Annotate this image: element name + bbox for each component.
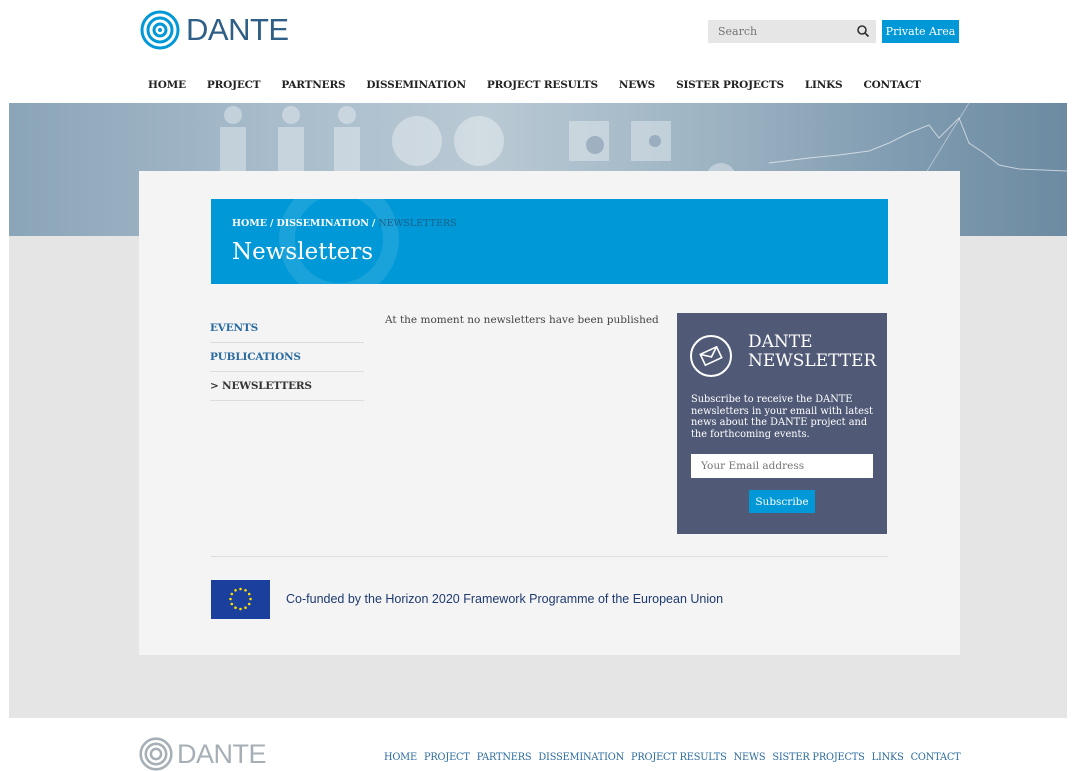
nav-links[interactable]: LINKS	[805, 79, 843, 91]
newsletter-title-line1: DANTE	[748, 332, 813, 352]
email-field[interactable]	[691, 454, 873, 478]
footer-nav: HOME PROJECT PARTNERS DISSEMINATION PROJ…	[384, 752, 967, 763]
nav-project[interactable]: PROJECT	[207, 79, 261, 91]
newsletter-signup-box: DANTE NEWSLETTER Subscribe to receive th…	[677, 313, 887, 534]
side-menu: EVENTS PUBLICATIONS > NEWSLETTERS	[210, 314, 364, 401]
footer-nav-home[interactable]: HOME	[384, 752, 417, 763]
nav-news[interactable]: NEWS	[619, 79, 655, 91]
breadcrumb: HOME / DISSEMINATION / NEWSLETTERS	[232, 218, 457, 229]
main-nav: HOME PROJECT PARTNERS DISSEMINATION PROJ…	[148, 79, 942, 91]
nav-partners[interactable]: PARTNERS	[281, 79, 345, 91]
breadcrumb-home[interactable]: HOME	[232, 218, 267, 229]
dante-logo-icon	[140, 10, 180, 50]
newsletter-title-line2: NEWSLETTER	[748, 351, 877, 371]
nav-home[interactable]: HOME	[148, 79, 186, 91]
footer-nav-project[interactable]: PROJECT	[424, 752, 470, 763]
logo-text: DANTE	[186, 12, 289, 47]
page-title: Newsletters	[232, 239, 374, 265]
search-input[interactable]	[708, 20, 868, 43]
dante-logo[interactable]: DANTE	[140, 10, 289, 50]
footer-nav-contact[interactable]: CONTACT	[911, 752, 961, 763]
no-newsletters-message: At the moment no newsletters have been p…	[385, 314, 659, 326]
breadcrumb-dissemination[interactable]: DISSEMINATION	[277, 218, 369, 229]
breadcrumb-current: NEWSLETTERS	[378, 218, 457, 229]
eu-flag-icon	[211, 580, 270, 619]
nav-contact[interactable]: CONTACT	[863, 79, 920, 91]
footer-nav-news[interactable]: NEWS	[734, 752, 766, 763]
footer-nav-sister-projects[interactable]: SISTER PROJECTS	[772, 752, 864, 763]
footer-nav-partners[interactable]: PARTNERS	[477, 752, 532, 763]
nav-project-results[interactable]: PROJECT RESULTS	[487, 79, 598, 91]
search-box	[708, 20, 876, 43]
nav-dissemination[interactable]: DISSEMINATION	[366, 79, 466, 91]
search-icon[interactable]	[856, 24, 870, 38]
page-header: HOME / DISSEMINATION / NEWSLETTERS Newsl…	[211, 199, 888, 284]
envelope-icon	[690, 335, 732, 377]
breadcrumb-separator: /	[270, 218, 274, 229]
side-item-events[interactable]: EVENTS	[210, 314, 364, 343]
divider	[211, 556, 888, 557]
footer-logo-icon	[139, 737, 173, 771]
side-item-publications[interactable]: PUBLICATIONS	[210, 343, 364, 372]
private-area-button[interactable]: Private Area	[882, 20, 959, 43]
footer-nav-links[interactable]: LINKS	[872, 752, 904, 763]
subscribe-button[interactable]: Subscribe	[749, 490, 815, 513]
newsletter-description: Subscribe to receive the DANTE newslette…	[691, 394, 873, 440]
funding-statement: Co-funded by the Horizon 2020 Framework …	[286, 592, 724, 606]
breadcrumb-separator: /	[371, 218, 376, 229]
footer-nav-project-results[interactable]: PROJECT RESULTS	[631, 752, 727, 763]
nav-sister-projects[interactable]: SISTER PROJECTS	[676, 79, 784, 91]
footer-nav-dissemination[interactable]: DISSEMINATION	[538, 752, 624, 763]
side-item-newsletters[interactable]: > NEWSLETTERS	[210, 372, 364, 401]
footer-logo-text: DANTE	[177, 738, 267, 769]
footer-logo[interactable]: DANTE	[139, 737, 267, 771]
newsletter-title: DANTE NEWSLETTER	[748, 333, 876, 371]
